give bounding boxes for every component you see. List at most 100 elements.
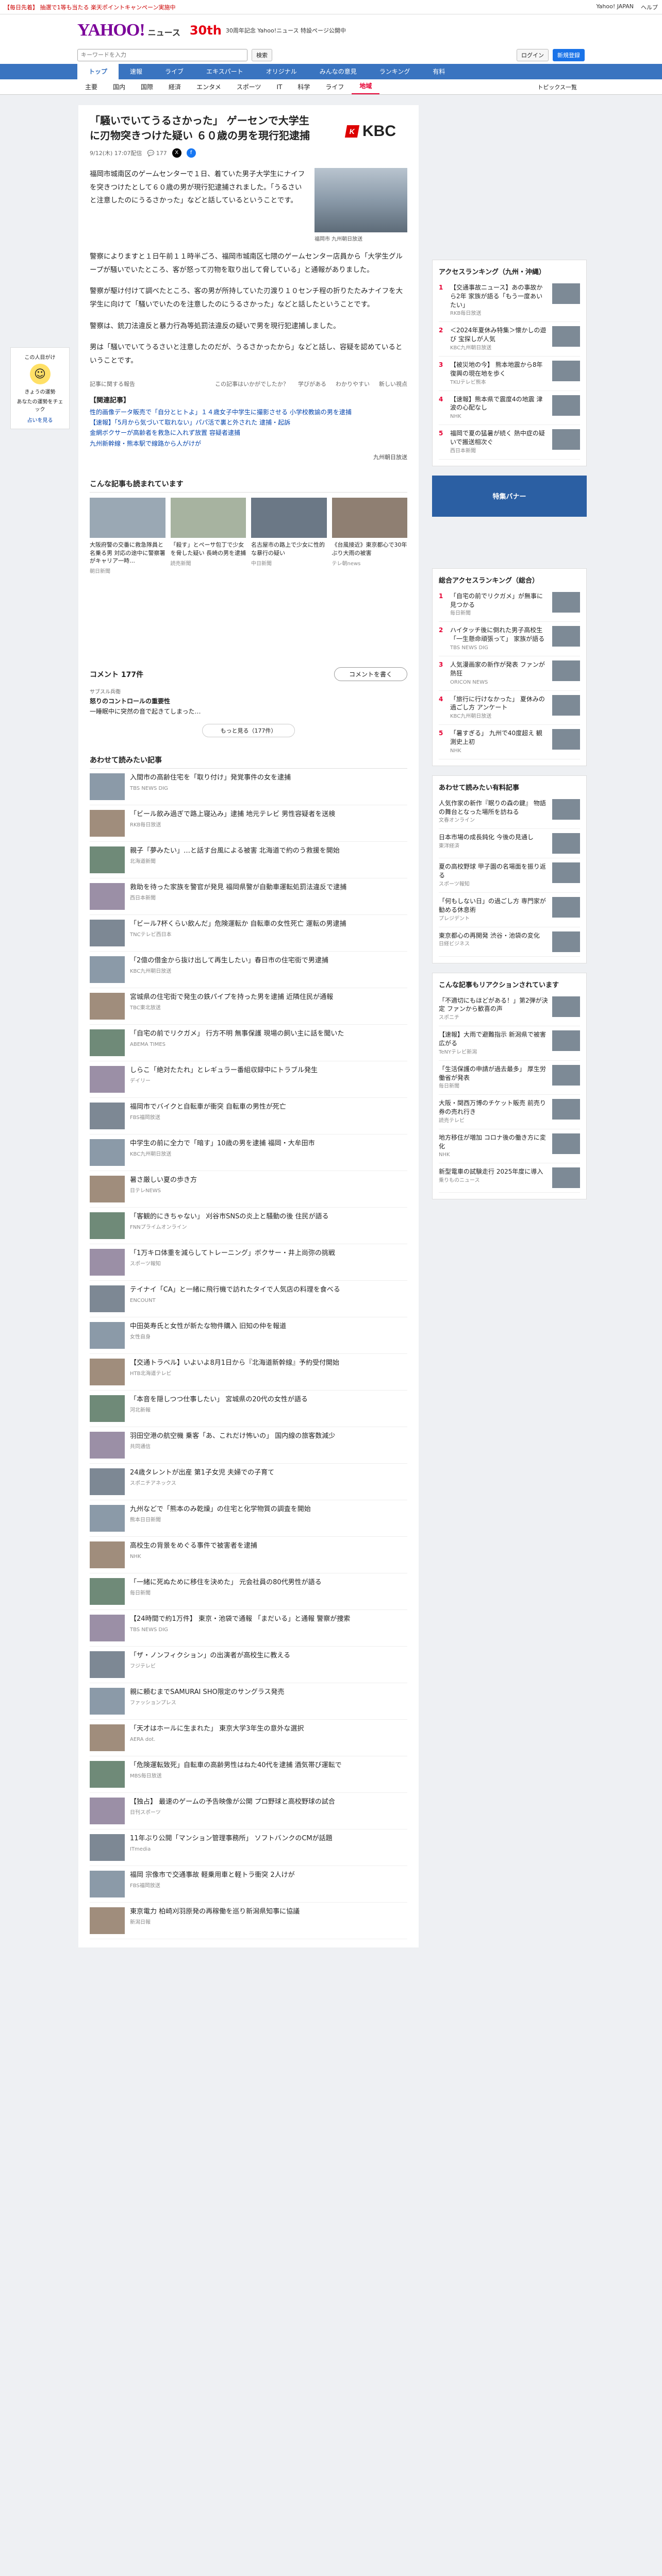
source-logo[interactable]: K KBC [344, 123, 396, 140]
ranking-item[interactable]: 「不適切にもほどがある！」第2弾が決定 ファンから歓喜の声 スポニチ [439, 992, 580, 1027]
nav-tab-original[interactable]: オリジナル [255, 64, 308, 79]
cat-entertainment[interactable]: エンタメ [189, 82, 229, 91]
also-read-item[interactable]: テイナイ「CA」と一緒に飛行機で訪れたタイで人気店の料理を食べる ENCOUNT [90, 1281, 407, 1317]
facebook-share-icon[interactable]: f [186, 148, 196, 158]
also-read-item[interactable]: 「本音を隠しつつ仕事したい」 宮城県の20代の女性が語る 河北新報 [90, 1391, 407, 1427]
also-read-item[interactable]: 「天才はホールに生まれた」 東京大学3年生の意外な選択 AERA dot. [90, 1720, 407, 1756]
also-read-item[interactable]: 24歳タレントが出産 第1子女児 夫婦での子育て スポニチアネックス [90, 1464, 407, 1500]
reaction-clear-button[interactable]: わかりやすい [336, 380, 370, 388]
nav-tab-live[interactable]: ライブ [154, 64, 195, 79]
also-read-item[interactable]: 福岡 宗像市で交通事故 軽乗用車と軽トラ衝突 2人けが FBS福岡放送 [90, 1866, 407, 1903]
ranking-item[interactable]: 3 人気漫画家の新作が発表 ファンが熱狂 ORICON NEWS [439, 656, 580, 691]
more-comments-button[interactable]: もっと見る（177件） [202, 723, 295, 737]
nav-tab-ranking[interactable]: ランキング [368, 64, 422, 79]
ranking-item[interactable]: 5 福岡で夏の猛暑が続く 熱中症の疑いで搬送相次ぐ 西日本新聞 [439, 425, 580, 460]
also-read-item[interactable]: 「客観的にきちゃない」 刈谷市SNSの炎上と騒動の後 住民が語る FNNプライムオ… [90, 1208, 407, 1244]
search-input[interactable] [77, 49, 247, 61]
fortune-ad[interactable]: この人目がけ ☺ きょうの運勢 あなたの運勢をチェック 占いを見る [10, 347, 70, 429]
also-read-item[interactable]: 救助を待った家族を警官が発見 福岡県警が自動車運転処罰法違反で逮捕 西日本新聞 [90, 878, 407, 915]
cat-main[interactable]: 主要 [77, 82, 105, 91]
ranking-item[interactable]: 1 【交通事故ニュース】あの事故から2年 家族が語る「もう一度あいたい」 RKB毎日… [439, 279, 580, 323]
ranking-item[interactable]: 1 「自宅の前でリクガメ」が無事に見つかる 毎日新聞 [439, 588, 580, 622]
also-read-item[interactable]: しらこ「絶対たたれ」とレギュラー番組収録中にトラブル発生 デイリー [90, 1061, 407, 1098]
anniversary-text[interactable]: 30周年記念 Yahoo!ニュース 特設ページ公開中 [226, 26, 346, 35]
also-read-item[interactable]: 11年ぶり公開「マンション管理事務所」 ソフトバンクのCMが話題 ITmedia [90, 1829, 407, 1866]
also-read-item[interactable]: 親に頼むまでSAMURAI SHO限定のサングラス発売 ファッションプレス [90, 1683, 407, 1720]
also-read-item[interactable]: 福岡市でバイクと自転車が衝突 自転車の男性が死亡 FBS福岡放送 [90, 1098, 407, 1134]
also-read-item[interactable]: 【24時間で約1万件】 東京・池袋で通報 「まだいる」と通報 警察が捜索 TBS … [90, 1610, 407, 1647]
also-read-item[interactable]: 「自宅の前でリクガメ」 行方不明 無事保護 現場の飼い主に話を聞いた ABEMA … [90, 1025, 407, 1061]
fortune-ad-link[interactable]: 占いを見る [16, 416, 64, 423]
nav-tab-expert[interactable]: エキスパート [195, 64, 255, 79]
rec-card[interactable]: 大阪府警の交番に救急隊員と名乗る男 対応の途中に警察署がキャリア一時… 朝日新聞 [90, 498, 166, 574]
ranking-item[interactable]: 5 「暑すぎる」 九州で40度超え 観測史上初 NHK [439, 725, 580, 759]
yahoo-japan-link[interactable]: Yahoo! JAPAN [596, 3, 634, 11]
ranking-item[interactable]: 地方移住が増加 コロナ後の働き方に変化 NHK [439, 1129, 580, 1164]
cat-local[interactable]: 地域 [352, 79, 380, 94]
reaction-learn-button[interactable]: 学びがある [298, 380, 326, 388]
notice-text[interactable]: 【毎日先着】 抽選で1等も当たる 楽天ポイントキャンペーン実施中 [4, 3, 175, 11]
also-read-item[interactable]: 「ビール飲み過ぎで路上寝込み」逮捕 地元テレビ 男性容疑者を送検 RKB毎日放送 [90, 805, 407, 842]
post-comment-button[interactable]: コメントを書く [334, 667, 407, 682]
also-read-item[interactable]: 中田英寿氏と女性が新たな物件購入 旧知の仲を報道 女性自身 [90, 1317, 407, 1354]
also-read-item[interactable]: 「一緒に死ぬために移住を決めた」 元会社員の80代男性が語る 毎日新聞 [90, 1573, 407, 1610]
reaction-new-button[interactable]: 新しい視点 [379, 380, 407, 388]
cat-life[interactable]: ライフ [318, 82, 352, 91]
ranking-item[interactable]: 夏の高校野球 甲子園の名場面を振り返る スポーツ報知 [439, 858, 580, 893]
comment-count-badge[interactable]: 💬 177 [147, 150, 167, 157]
ranking-item[interactable]: 【速報】大雨で避難指示 新潟県で被害広がる TeNYテレビ新潟 [439, 1026, 580, 1061]
also-read-item[interactable]: 「危険運転致死」自転車の高齢男性はねた40代を逮捕 酒気帯び運転で MBS毎日放送 [90, 1756, 407, 1793]
nav-tab-top[interactable]: トップ [77, 64, 119, 79]
cat-it[interactable]: IT [269, 83, 290, 91]
also-read-item[interactable]: 【交通トラベル】いよいよ8月1日から『北海道新幹線』予約受付開始 HTB北海道テレ… [90, 1354, 407, 1391]
yahoo-news-logo[interactable]: YAHOO! ニュース [77, 21, 180, 40]
cat-economy[interactable]: 経済 [161, 82, 189, 91]
related-link[interactable]: 【速報】「5月から気づいて取れない」パパ活で裏と外された 逮捕・起訴 [90, 417, 407, 428]
related-link[interactable]: 金網ボクサーが高齢者を救急に入れず放置 容疑者逮捕 [90, 428, 407, 438]
cat-world[interactable]: 国際 [133, 82, 161, 91]
ranking-item[interactable]: 「何もしない日」の過ごし方 専門家が勧める休息術 プレジデント [439, 893, 580, 927]
ranking-item[interactable]: 大阪・関西万博のチケット販売 前売り券の売れ行き 読売テレビ [439, 1095, 580, 1129]
ranking-item[interactable]: 2 ＜2024年夏休み特集＞懐かしの遊び 宝探しが人気 KBC九州朝日放送 [439, 322, 580, 357]
also-read-item[interactable]: 宮城県の住宅街で発生の鉄パイプを持った男を逮捕 近隣住民が通報 TBC東北放送 [90, 988, 407, 1025]
cat-science[interactable]: 科学 [290, 82, 318, 91]
x-share-icon[interactable]: X [172, 148, 181, 158]
search-button[interactable]: 検索 [252, 49, 272, 61]
also-read-item[interactable]: 東京電力 柏崎刈羽原発の再稼働を巡り新潟県知事に協議 新潟日報 [90, 1903, 407, 1939]
side-banner[interactable]: 特集バナー [432, 475, 587, 517]
also-read-item[interactable]: 羽田空港の航空機 乗客「あ、これだけ怖いの」 国内線の旅客数減少 共同通信 [90, 1427, 407, 1464]
ranking-item[interactable]: 人気作家の新作『眠りの森の鍵』 物語の舞台となった場所を訪ねる 文春オンライン [439, 795, 580, 829]
register-button[interactable]: 新規登録 [553, 49, 585, 61]
ranking-item[interactable]: 3 【被災地の今】 熊本地震から8年 復興の現在地を歩く TKUテレビ熊本 [439, 357, 580, 391]
rec-card[interactable]: 名古屋市の路上で少女に性的な暴行の疑い 中日新聞 [251, 498, 327, 574]
article-source[interactable]: 九州朝日放送 [90, 453, 407, 461]
also-read-item[interactable]: 暑さ厳しい夏の歩き方 日テレNEWS [90, 1171, 407, 1208]
related-link[interactable]: 九州新幹線・熊本駅で線路から人がけが [90, 438, 407, 449]
also-read-item[interactable]: 高校生の背景をめぐる事件で被害者を逮捕 NHK [90, 1537, 407, 1573]
login-button[interactable]: ログイン [517, 49, 549, 61]
cat-sports[interactable]: スポーツ [229, 82, 269, 91]
also-read-item[interactable]: 九州などで「熊本のみ乾燥」の住宅と化学物質の調査を開始 熊本日日新聞 [90, 1500, 407, 1537]
cat-domestic[interactable]: 国内 [105, 82, 133, 91]
rec-card[interactable]: 「殺す」とペーサ包丁で少女を脅した疑い 長崎の男を逮捕 読売新聞 [170, 498, 246, 574]
related-link[interactable]: 性的画像データ販売で「自分とヒトよ」１４歳女子中学生に撮影させる 小学校教諭の男… [90, 407, 407, 417]
also-read-item[interactable]: 【独占】 最速のゲームの予告映像が公開 プロ野球と高校野球の試合 日刊スポーツ [90, 1793, 407, 1829]
nav-tab-breaking[interactable]: 速報 [119, 64, 154, 79]
also-read-item[interactable]: 中学生の前に全力で「暗す」10歳の男を逮捕 福岡・大牟田市 KBC九州朝日放送 [90, 1134, 407, 1171]
topics-list-link[interactable]: トピックス一覧 [529, 83, 585, 91]
rec-card[interactable]: 《台風接近》東京都心で30年ぶり大雨の被害 テレ朝news [332, 498, 407, 574]
also-read-item[interactable]: 「1万キロ体重を減らしてトレーニング」ボクサー・井上尚弥の挑戦 スポーツ報知 [90, 1244, 407, 1281]
nav-tab-opinion[interactable]: みんなの意見 [308, 64, 368, 79]
nav-tab-paid[interactable]: 有料 [421, 64, 456, 79]
ranking-item[interactable]: 日本市場の成長鈍化 今後の見通し 東洋経済 [439, 829, 580, 859]
article-photo[interactable]: 福岡市 九州朝日放送 [315, 168, 407, 242]
help-link[interactable]: ヘルプ [641, 3, 658, 11]
ranking-item[interactable]: 新型電車の試験走行 2025年度に導入 乗りものニュース [439, 1163, 580, 1193]
also-read-item[interactable]: 「ザ・ノンフィクション」の出演者が高校生に教える フジテレビ [90, 1647, 407, 1683]
ranking-item[interactable]: 「生活保護の申請が過去最多」 厚生労働省が発表 毎日新聞 [439, 1061, 580, 1095]
report-link[interactable]: 記事に関する報告 [90, 380, 135, 388]
also-read-item[interactable]: 入間市の高齢住宅を「取り付け」発覚事件の女を逮捕 TBS NEWS DIG [90, 769, 407, 805]
ranking-item[interactable]: 東京都心の再開発 渋谷・池袋の変化 日経ビジネス [439, 927, 580, 957]
ranking-item[interactable]: 4 【速報】熊本県で震度4の地震 津波の心配なし NHK [439, 391, 580, 426]
ranking-item[interactable]: 2 ハイタッチ後に倒れた男子高校生 「一生懸命頑張って」 家族が語る TBS NEW… [439, 622, 580, 656]
